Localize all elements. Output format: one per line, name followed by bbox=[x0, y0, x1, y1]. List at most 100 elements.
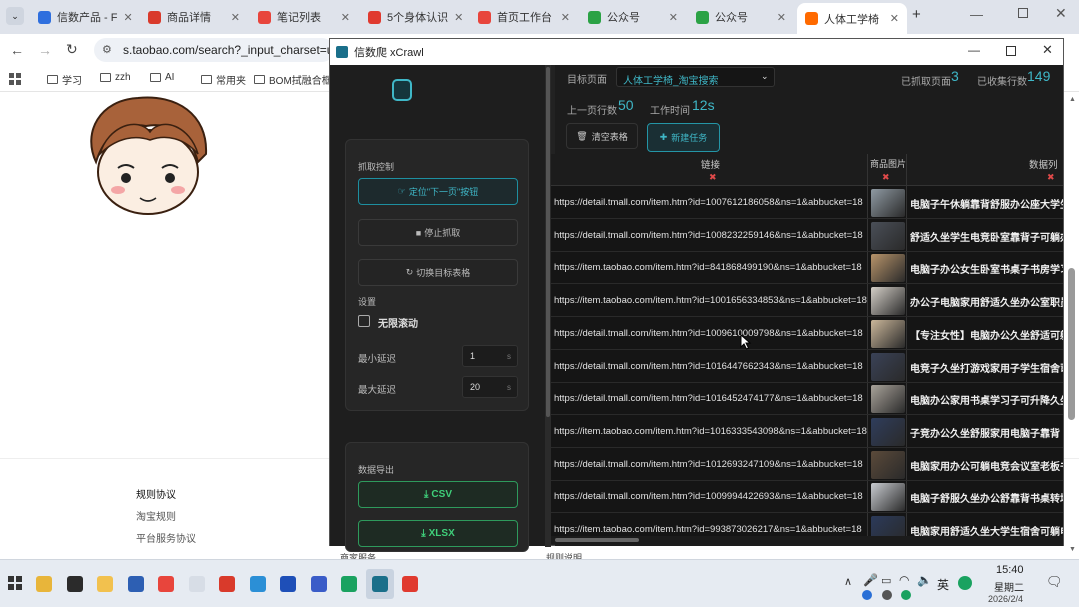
chrome-icon[interactable] bbox=[152, 569, 180, 599]
column-header-data[interactable]: 数据列 bbox=[1029, 157, 1058, 171]
url-bar[interactable]: ⚙ s.taobao.com/search?_input_charset=u bbox=[94, 38, 334, 62]
new-task-button[interactable]: ✚ 新建任务 bbox=[647, 123, 720, 152]
delete-column-icon[interactable]: ✖ bbox=[709, 172, 717, 183]
tab-close-icon[interactable]: ✕ bbox=[454, 11, 463, 24]
column-header-link[interactable]: 链接 bbox=[554, 157, 867, 171]
tab-close-icon[interactable]: ✕ bbox=[124, 11, 133, 24]
microphone-icon[interactable]: 🎤 bbox=[863, 573, 878, 587]
screen-app-icon[interactable] bbox=[305, 569, 333, 599]
table-row[interactable]: https://detail.tmall.com/item.htm?id=101… bbox=[551, 449, 1063, 481]
row-link[interactable]: https://detail.tmall.com/item.htm?id=100… bbox=[554, 328, 867, 339]
wifi-icon[interactable]: ◠ bbox=[899, 573, 909, 587]
windows-start-icon[interactable] bbox=[8, 576, 22, 590]
new-tab-plus-icon[interactable]: + bbox=[912, 6, 921, 23]
volume-icon[interactable]: 🔈 bbox=[917, 573, 932, 587]
delete-column-icon[interactable]: ✖ bbox=[882, 172, 890, 183]
ime-indicator[interactable]: 英 bbox=[937, 576, 949, 593]
close-window-icon[interactable]: ✕ bbox=[1055, 5, 1067, 22]
switch-table-button[interactable]: ↻ 切换目标表格 bbox=[358, 259, 518, 286]
bookmark-folder[interactable]: zzh bbox=[100, 72, 131, 83]
tab-close-icon[interactable]: ✕ bbox=[341, 11, 350, 24]
table-row[interactable]: https://detail.tmall.com/item.htm?id=100… bbox=[551, 481, 1063, 514]
file-explorer-icon[interactable] bbox=[30, 569, 58, 599]
app-maximize-icon[interactable] bbox=[1006, 46, 1016, 56]
clock-weekday[interactable]: 星期二 bbox=[994, 579, 1024, 594]
tab-close-icon[interactable]: ✕ bbox=[231, 11, 240, 24]
wps-icon[interactable] bbox=[213, 569, 241, 599]
xcrawl-app-icon[interactable] bbox=[365, 569, 394, 599]
browser-tab[interactable]: 信数产品 - F ✕ bbox=[30, 5, 138, 29]
table-row[interactable]: https://detail.tmall.com/item.htm?id=100… bbox=[551, 318, 1063, 350]
browser-tab[interactable]: 首页工作台 ✕ bbox=[470, 5, 578, 29]
max-delay-input[interactable]: 20 s bbox=[462, 376, 518, 398]
table-row[interactable]: https://item.taobao.com/item.htm?id=8418… bbox=[551, 252, 1063, 285]
footer-link[interactable]: 规则协议 bbox=[136, 486, 176, 501]
delete-column-icon[interactable]: ✖ bbox=[1047, 172, 1055, 183]
clock-time[interactable]: 15:40 bbox=[996, 564, 1024, 576]
export-xlsx-button[interactable]: ⤓ XLSX bbox=[358, 520, 518, 547]
table-hscrollbar[interactable] bbox=[551, 536, 1063, 544]
notion-icon[interactable] bbox=[61, 569, 89, 599]
row-link[interactable]: https://detail.tmall.com/item.htm?id=100… bbox=[554, 197, 867, 208]
row-link[interactable]: https://detail.tmall.com/item.htm?id=101… bbox=[554, 393, 867, 404]
red-app-icon[interactable] bbox=[396, 569, 424, 599]
infinite-scroll-checkbox[interactable] bbox=[358, 315, 370, 327]
clear-table-button[interactable]: 🗑 清空表格 bbox=[566, 123, 638, 149]
browser-tab[interactable]: 笔记列表 ✕ bbox=[250, 5, 358, 29]
tab-close-icon[interactable]: ✕ bbox=[669, 11, 678, 24]
back-arrow-icon[interactable]: ← bbox=[10, 42, 24, 58]
tray-small-icon[interactable] bbox=[882, 590, 892, 600]
site-info-icon[interactable]: ⚙ bbox=[102, 43, 112, 56]
minimize-icon[interactable]: — bbox=[970, 7, 983, 22]
table-row[interactable]: https://detail.tmall.com/item.htm?id=100… bbox=[551, 187, 1063, 219]
battery-icon[interactable]: ▭ bbox=[881, 574, 891, 587]
footer-link[interactable]: 平台服务协议 bbox=[136, 530, 196, 545]
document-icon[interactable] bbox=[183, 569, 211, 599]
app-minimize-icon[interactable]: — bbox=[968, 43, 980, 57]
forward-arrow-icon[interactable]: → bbox=[38, 42, 52, 58]
url-text[interactable]: s.taobao.com/search?_input_charset=u bbox=[123, 43, 333, 57]
tray-small-icon[interactable] bbox=[862, 590, 872, 600]
tab-close-icon[interactable]: ✕ bbox=[890, 12, 899, 25]
locate-next-button[interactable]: ☞ 定位"下一页"按钮 bbox=[358, 178, 518, 205]
apps-grid-icon[interactable] bbox=[9, 73, 21, 85]
bookmark-folder[interactable]: BOM拭融合框 bbox=[254, 72, 332, 87]
tray-app-icon[interactable] bbox=[958, 576, 972, 590]
browser-tab[interactable]: 5个身体认识 ✕ bbox=[360, 5, 468, 29]
scroll-down-icon[interactable]: ▼ bbox=[1069, 546, 1076, 553]
bookmark-folder[interactable]: 常用夹 bbox=[201, 72, 246, 87]
row-link[interactable]: https://item.taobao.com/item.htm?id=8418… bbox=[554, 262, 867, 273]
tab-close-icon[interactable]: ✕ bbox=[777, 11, 786, 24]
app-close-icon[interactable]: ✕ bbox=[1042, 42, 1053, 58]
row-link[interactable]: https://detail.tmall.com/item.htm?id=101… bbox=[554, 361, 867, 372]
clock-date[interactable]: 2026/2/4 bbox=[988, 594, 1023, 604]
reload-icon[interactable]: ↻ bbox=[66, 41, 78, 58]
table-row[interactable]: https://detail.tmall.com/item.htm?id=101… bbox=[551, 383, 1063, 416]
browser-tab[interactable]: 商品详情 ✕ bbox=[140, 5, 248, 29]
table-row[interactable]: https://item.taobao.com/item.htm?id=1001… bbox=[551, 285, 1063, 318]
stop-capture-button[interactable]: ■ 停止抓取 bbox=[358, 219, 518, 246]
notification-icon[interactable]: 🗨 bbox=[1046, 574, 1063, 590]
table-row[interactable]: https://detail.tmall.com/item.htm?id=100… bbox=[551, 220, 1063, 252]
scroll-up-icon[interactable]: ▲ bbox=[1069, 96, 1076, 103]
table-row[interactable]: https://item.taobao.com/item.htm?id=1016… bbox=[551, 416, 1063, 448]
terminal-icon[interactable] bbox=[122, 569, 150, 599]
tab-search-icon[interactable]: ⌄ bbox=[6, 7, 24, 25]
restore-icon[interactable] bbox=[1018, 8, 1028, 18]
tab-close-icon[interactable]: ✕ bbox=[561, 11, 570, 24]
row-link[interactable]: https://detail.tmall.com/item.htm?id=101… bbox=[554, 459, 867, 470]
min-delay-input[interactable]: 1s bbox=[462, 345, 518, 367]
row-link[interactable]: https://detail.tmall.com/item.htm?id=100… bbox=[554, 491, 867, 502]
notes-icon[interactable] bbox=[91, 569, 119, 599]
bookmark-folder[interactable]: 学习 bbox=[47, 72, 82, 87]
target-page-select[interactable]: 人体工学椅_淘宝搜索 ⌄ bbox=[616, 67, 775, 87]
column-header-image[interactable]: 商品图片 bbox=[867, 157, 909, 170]
row-link[interactable]: https://detail.tmall.com/item.htm?id=100… bbox=[554, 230, 867, 241]
browser-tab[interactable]: 人体工学椅 ✕ bbox=[797, 3, 907, 34]
search-app-icon[interactable] bbox=[244, 569, 272, 599]
bookmark-folder[interactable]: AI bbox=[150, 72, 174, 83]
row-link[interactable]: https://item.taobao.com/item.htm?id=1016… bbox=[554, 426, 867, 437]
browser-tab[interactable]: 公众号 ✕ bbox=[688, 5, 794, 29]
row-link[interactable]: https://item.taobao.com/item.htm?id=9938… bbox=[554, 524, 867, 535]
table-row[interactable]: https://detail.tmall.com/item.htm?id=101… bbox=[551, 351, 1063, 383]
